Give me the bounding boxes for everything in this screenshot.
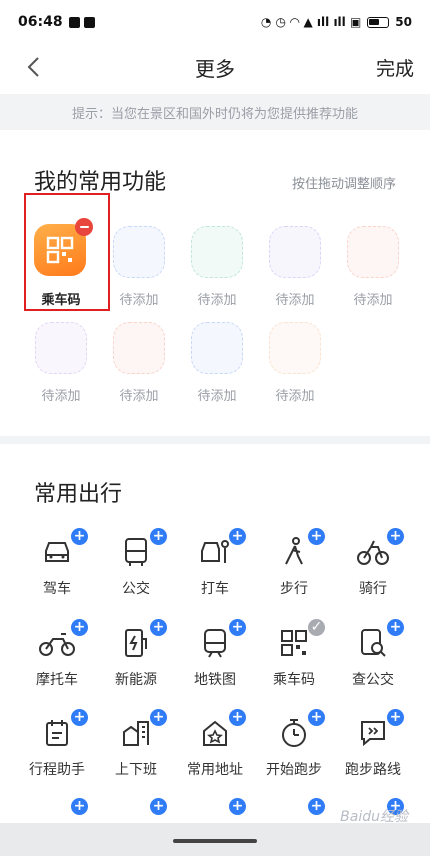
add-button[interactable]: + bbox=[150, 709, 167, 726]
highlight-frame bbox=[24, 193, 110, 311]
travel-section-title: 常用出行 bbox=[34, 482, 123, 507]
add-button[interactable]: + bbox=[71, 709, 88, 726]
tool-item-bus[interactable]: + 公交 bbox=[93, 528, 179, 614]
tool-item-walk[interactable]: + 步行 bbox=[251, 528, 337, 614]
empty-slot-label: 待添加 bbox=[275, 389, 315, 404]
add-button[interactable]: + bbox=[150, 798, 167, 815]
empty-slot-label: 待添加 bbox=[119, 293, 159, 308]
added-check-badge: ✓ bbox=[308, 619, 325, 636]
empty-slot-box bbox=[113, 322, 165, 374]
tool-item-running-route[interactable]: + 跑步路线 bbox=[330, 709, 416, 795]
gallery-icon bbox=[83, 16, 95, 28]
nav-bar: 更多 完成 bbox=[0, 44, 430, 90]
tool-label: 新能源 bbox=[115, 672, 157, 688]
reorder-hint: 按住拖动调整顺序 bbox=[291, 177, 396, 192]
tool-label: 查公交 bbox=[352, 672, 394, 688]
tool-label: 乘车码 bbox=[273, 672, 315, 688]
signal-icons: ◔ ◷ ◠ ▲ ıll ıll ▣ bbox=[260, 15, 362, 29]
add-button[interactable]: + bbox=[387, 709, 404, 726]
empty-slot-label: 待添加 bbox=[119, 389, 159, 404]
tool-label: 行程助手 bbox=[29, 762, 85, 778]
add-button[interactable]: + bbox=[71, 798, 88, 815]
tool-item-ride-code[interactable]: ✓ 乘车码 bbox=[251, 619, 337, 705]
add-button[interactable]: + bbox=[308, 798, 325, 815]
add-button[interactable]: + bbox=[387, 619, 404, 636]
add-button[interactable]: + bbox=[71, 528, 88, 545]
add-button[interactable]: + bbox=[308, 528, 325, 545]
battery-level: 50 bbox=[395, 15, 412, 29]
tool-item-bus-search[interactable]: + 查公交 bbox=[330, 619, 416, 705]
tool-label: 步行 bbox=[280, 581, 308, 597]
add-button[interactable]: + bbox=[71, 619, 88, 636]
tool-label: 骑行 bbox=[359, 581, 387, 597]
tool-label: 常用地址 bbox=[187, 762, 243, 778]
empty-slot-label: 待添加 bbox=[197, 389, 237, 404]
tool-item-metro[interactable]: + 地铁图 bbox=[172, 619, 258, 705]
notification-icons bbox=[68, 16, 95, 28]
add-button[interactable]: + bbox=[387, 528, 404, 545]
add-button[interactable]: + bbox=[150, 528, 167, 545]
tool-label: 打车 bbox=[201, 581, 229, 597]
empty-slot-box bbox=[191, 322, 243, 374]
empty-slot-label: 待添加 bbox=[41, 389, 81, 404]
tool-label: 地铁图 bbox=[194, 672, 236, 688]
home-indicator[interactable] bbox=[173, 839, 257, 843]
empty-slot-label: 待添加 bbox=[275, 293, 315, 308]
chevron-left-icon bbox=[27, 57, 39, 77]
empty-slot: 待添加 bbox=[258, 218, 336, 314]
tool-item-drive[interactable]: + 驾车 bbox=[14, 528, 100, 614]
tool-item-taxi[interactable]: + 打车 bbox=[172, 528, 258, 614]
tool-label: 公交 bbox=[122, 581, 150, 597]
tool-item-frequent-address[interactable]: + 常用地址 bbox=[172, 709, 258, 795]
battery-icon bbox=[367, 16, 390, 28]
notification-icon bbox=[68, 16, 80, 28]
empty-slot-label: 待添加 bbox=[353, 293, 393, 308]
tool-label: 开始跑步 bbox=[266, 762, 322, 778]
empty-slot-label: 待添加 bbox=[197, 293, 237, 308]
section-divider bbox=[0, 436, 430, 444]
empty-slot-box bbox=[269, 322, 321, 374]
add-button[interactable]: + bbox=[229, 528, 246, 545]
add-button[interactable]: + bbox=[229, 619, 246, 636]
empty-slot: 待添加 bbox=[180, 218, 258, 314]
add-button[interactable]: + bbox=[229, 709, 246, 726]
tip-banner: 提示：当您在景区和国外时仍将为您提供推荐功能 bbox=[0, 94, 430, 130]
page-title: 更多 bbox=[195, 56, 235, 81]
empty-slot: 待添加 bbox=[102, 314, 180, 410]
add-button[interactable]: + bbox=[308, 709, 325, 726]
empty-slot-box bbox=[347, 226, 399, 278]
status-time: 06:48 bbox=[18, 14, 63, 30]
add-button[interactable]: + bbox=[150, 619, 167, 636]
empty-slot: 待添加 bbox=[102, 218, 180, 314]
tool-item-commute[interactable]: + 上下班 bbox=[93, 709, 179, 795]
empty-slot-box bbox=[35, 322, 87, 374]
empty-slot: 待添加 bbox=[24, 314, 102, 410]
empty-slot: 待添加 bbox=[258, 314, 336, 410]
tool-item-trip-assistant[interactable]: + 行程助手 bbox=[14, 709, 100, 795]
empty-slot: 待添加 bbox=[336, 218, 414, 314]
back-button[interactable] bbox=[18, 52, 48, 82]
empty-slot: 待添加 bbox=[180, 314, 258, 410]
tool-item-bike[interactable]: + 骑行 bbox=[330, 528, 416, 614]
tool-label: 驾车 bbox=[43, 581, 71, 597]
add-button[interactable]: + bbox=[229, 798, 246, 815]
status-bar: 06:48 ◔ ◷ ◠ ▲ ıll ıll ▣ 50 bbox=[0, 0, 430, 44]
tool-label: 跑步路线 bbox=[345, 762, 401, 778]
done-button[interactable]: 完成 bbox=[376, 54, 414, 81]
tool-item-motorcycle[interactable]: + 摩托车 bbox=[14, 619, 100, 705]
empty-slot-box bbox=[113, 226, 165, 278]
my-functions-title: 我的常用功能 bbox=[34, 170, 167, 195]
status-right: ◔ ◷ ◠ ▲ ıll ıll ▣ 50 bbox=[261, 15, 412, 29]
empty-slot-box bbox=[191, 226, 243, 278]
tool-item-ev[interactable]: + 新能源 bbox=[93, 619, 179, 705]
tool-item-start-run[interactable]: + 开始跑步 bbox=[251, 709, 337, 795]
watermark: Baidu经验 bbox=[340, 809, 408, 825]
tool-label: 上下班 bbox=[115, 762, 157, 778]
tool-label: 摩托车 bbox=[36, 672, 78, 688]
empty-slot-box bbox=[269, 226, 321, 278]
